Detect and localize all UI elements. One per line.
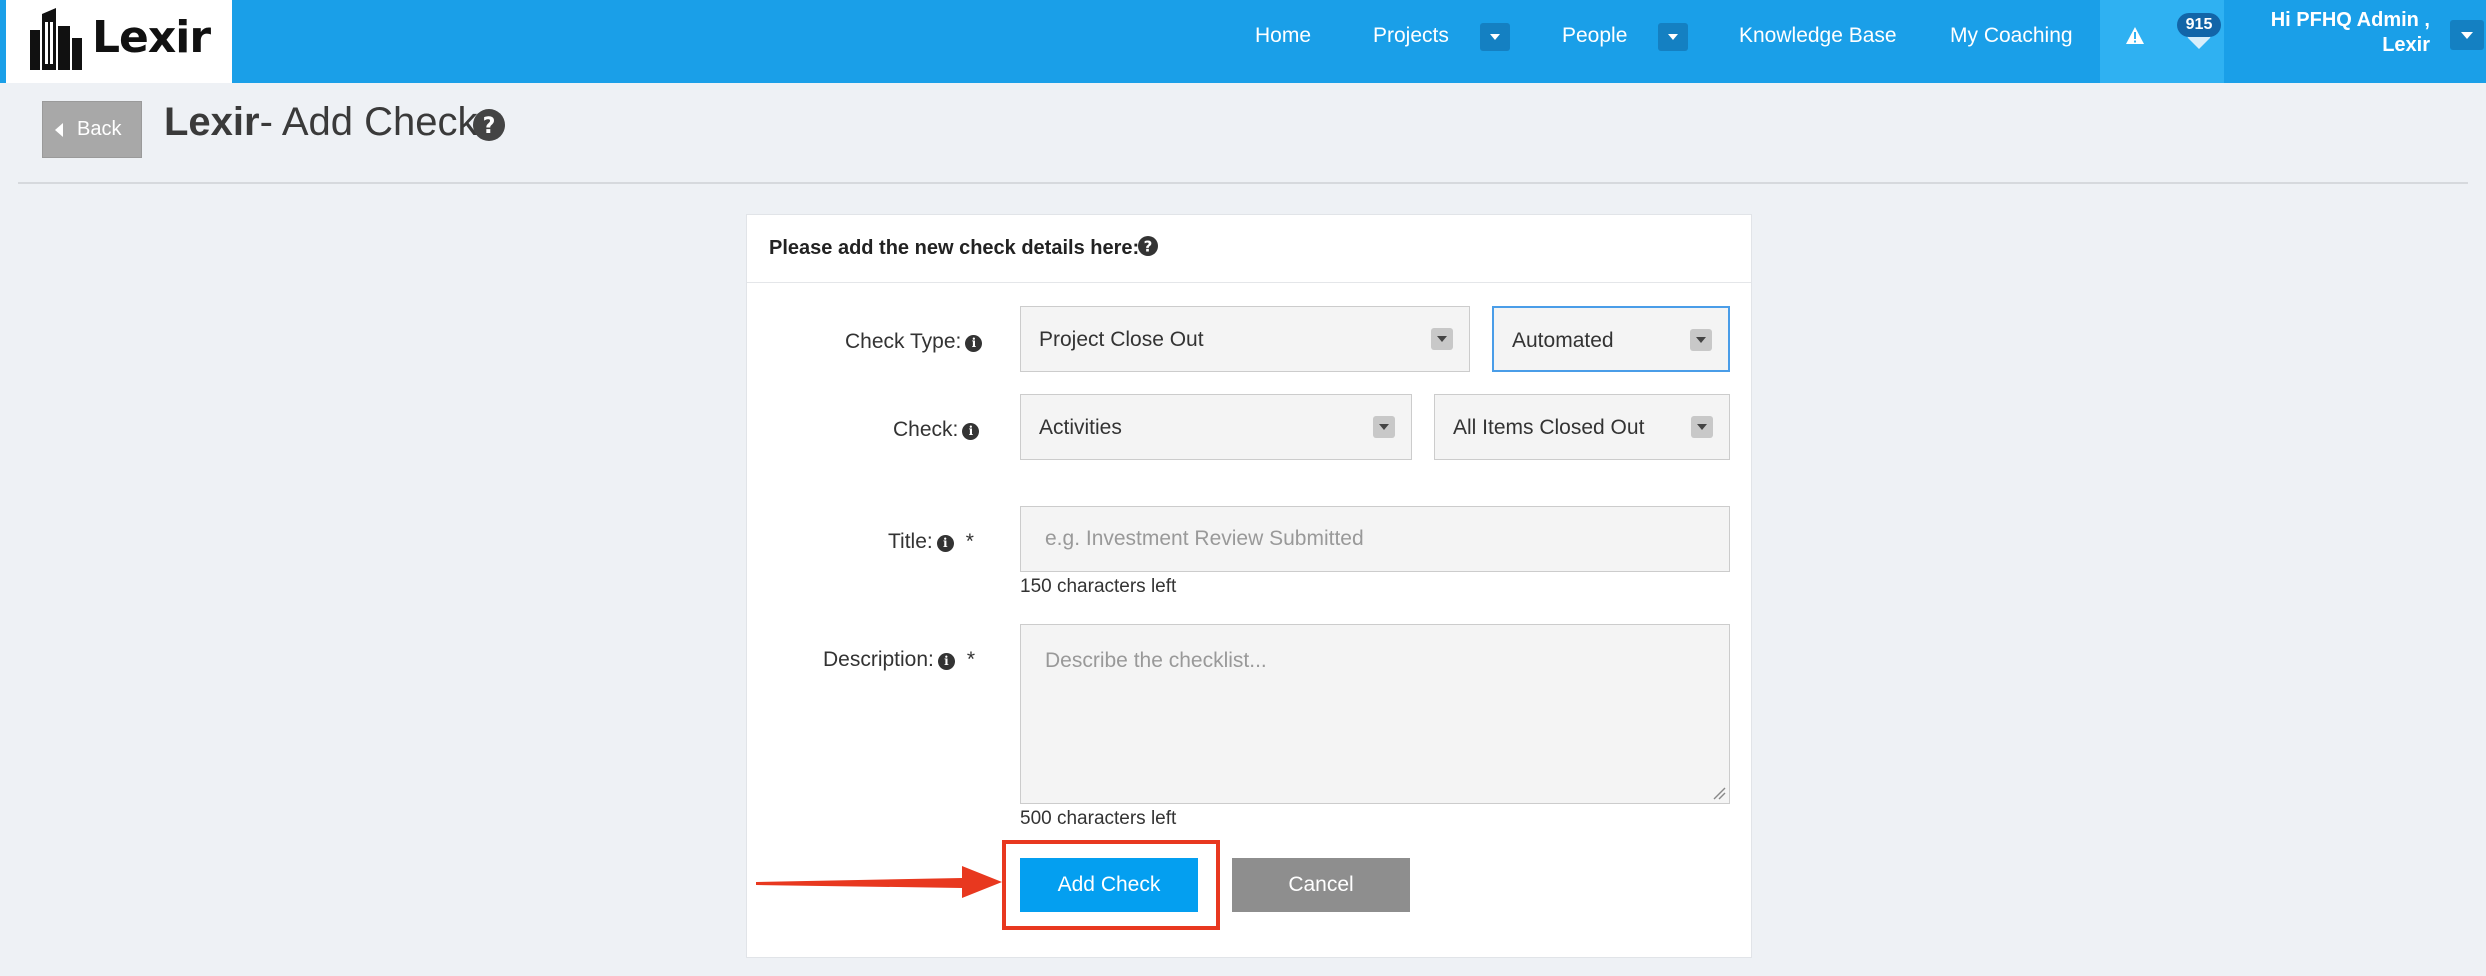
nav-home[interactable]: Home (1255, 0, 1311, 72)
description-textarea[interactable]: Describe the checklist... (1020, 624, 1730, 804)
caret-down-icon (1690, 329, 1712, 351)
back-label: Back (77, 118, 122, 140)
page-title-brand: Lexir (164, 100, 260, 144)
check-criteria-select[interactable]: All Items Closed Out (1434, 394, 1730, 460)
check-type-label: Check Type: i (845, 330, 983, 354)
info-icon[interactable]: i (962, 423, 980, 440)
description-placeholder: Describe the checklist... (1045, 649, 1267, 672)
notification-count-badge[interactable]: 915 (2177, 13, 2221, 37)
help-icon[interactable]: ? (472, 108, 506, 142)
warning-icon[interactable] (2125, 26, 2145, 46)
check-label: Check: i (893, 418, 980, 442)
user-dropdown-toggle[interactable] (2450, 20, 2484, 50)
help-icon[interactable]: ? (1137, 235, 1159, 257)
title-input[interactable]: e.g. Investment Review Submitted (1020, 506, 1730, 572)
caret-down-icon (1691, 416, 1713, 438)
arrow-icon (756, 866, 1002, 898)
title-label: Title: i * (888, 530, 974, 554)
back-button[interactable]: Back (42, 101, 142, 158)
highlight-box (1002, 840, 1220, 930)
info-icon[interactable]: i (965, 335, 983, 352)
people-dropdown-toggle[interactable] (1658, 23, 1688, 51)
form-heading: Please add the new check details here: (769, 237, 1140, 259)
caret-down-icon (1373, 416, 1395, 438)
check-select[interactable]: Activities (1020, 394, 1412, 460)
resize-handle-icon[interactable] (1712, 786, 1726, 800)
brand-logo[interactable]: Lexir (6, 0, 232, 83)
description-label-text: Description: (823, 648, 934, 671)
check-criteria-value: All Items Closed Out (1453, 416, 1645, 439)
check-label-text: Check: (893, 418, 959, 441)
nav-my-coaching[interactable]: My Coaching (1950, 0, 2073, 72)
caret-down-icon (1431, 328, 1453, 350)
description-char-count: 500 characters left (1020, 808, 1177, 829)
check-type-select[interactable]: Project Close Out (1020, 306, 1470, 372)
top-navbar: Lexir Home Projects People Knowledge Bas… (0, 0, 2486, 83)
user-org: Lexir (2382, 34, 2430, 56)
building-logo-icon (30, 8, 82, 70)
user-greeting: Hi PFHQ Admin , (2270, 9, 2430, 31)
info-icon[interactable]: i (937, 653, 955, 670)
check-mode-value: Automated (1512, 329, 1614, 352)
page-title: Lexir- Add Check (164, 100, 478, 145)
title-label-text: Title: (888, 530, 933, 553)
check-mode-select[interactable]: Automated (1492, 306, 1730, 372)
page-title-text: - Add Check (259, 100, 478, 144)
caret-left-icon (55, 123, 63, 137)
required-mark: * (966, 648, 976, 671)
nav-projects[interactable]: Projects (1373, 0, 1449, 72)
header-divider (18, 182, 2468, 184)
title-placeholder: e.g. Investment Review Submitted (1045, 527, 1364, 550)
cancel-button[interactable]: Cancel (1232, 858, 1410, 912)
nav-knowledge-base[interactable]: Knowledge Base (1739, 0, 1897, 72)
svg-text:?: ? (1144, 238, 1153, 256)
form-header: Please add the new check details here: ? (747, 215, 1751, 283)
user-menu[interactable]: Hi PFHQ Admin , Lexir (2260, 8, 2430, 58)
check-value: Activities (1039, 416, 1122, 439)
check-type-label-text: Check Type: (845, 330, 962, 353)
title-char-count: 150 characters left (1020, 576, 1177, 597)
logo-text: Lexir (92, 12, 211, 63)
info-icon[interactable]: i (936, 535, 954, 552)
svg-text:?: ? (483, 114, 496, 139)
description-label: Description: i * (823, 648, 975, 672)
nav-people[interactable]: People (1562, 0, 1627, 72)
projects-dropdown-toggle[interactable] (1480, 23, 1510, 51)
required-mark: * (965, 530, 974, 553)
check-type-value: Project Close Out (1039, 328, 1204, 351)
